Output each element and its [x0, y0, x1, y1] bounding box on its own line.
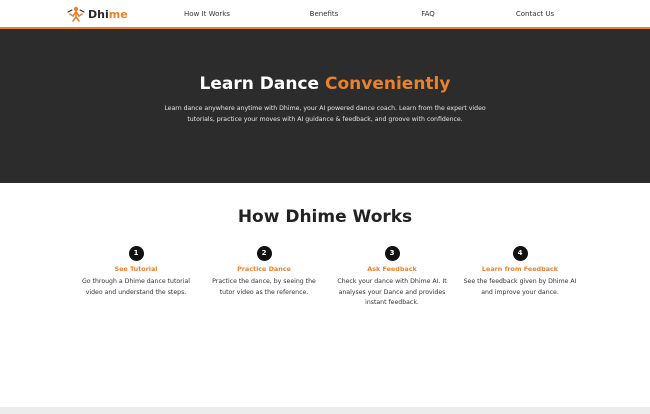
- hero-description: Learn dance anywhere anytime with Dhime,…: [164, 105, 486, 123]
- how-it-works-title: How Dhime Works: [237, 207, 413, 227]
- step-card-2: 2 Practice Dance Practice the dance, by …: [204, 246, 324, 298]
- next-section-edge: [0, 407, 650, 414]
- step-description: Check your dance with Dhime AI. It analy…: [337, 278, 447, 306]
- brand-name: Dhime: [88, 8, 128, 21]
- hero-title: Learn Dance Conveniently: [0, 74, 650, 94]
- nav-link-faq[interactable]: FAQ: [421, 10, 435, 18]
- brand-name-suffix: me: [108, 7, 128, 21]
- step-description: See the feedback given by Dhime AI and i…: [463, 278, 577, 296]
- step-card-4: 4 Learn from Feedback See the feedback g…: [460, 246, 580, 298]
- step-description: Practice the dance, by seeing the tutor …: [212, 278, 316, 296]
- nav-link-benefits[interactable]: Benefits: [310, 10, 339, 18]
- step-number-badge: 2: [256, 246, 272, 261]
- nav-link-contact-us[interactable]: Contact Us: [516, 10, 554, 18]
- step-title: Ask Feedback: [367, 265, 417, 273]
- step-title: Practice Dance: [237, 265, 291, 273]
- brand-logo[interactable]: Dhime: [66, 6, 128, 22]
- brand-name-prefix: Dhi: [88, 7, 109, 21]
- top-navbar: Dhime How It Works Benefits FAQ Contact …: [0, 0, 650, 29]
- hero-section: Learn Dance Conveniently Learn dance any…: [0, 29, 650, 183]
- step-number-badge: 3: [384, 246, 400, 261]
- step-title: Learn from Feedback: [481, 265, 559, 273]
- step-card-1: 1 See Tutorial Go through a Dhime dance …: [76, 246, 196, 298]
- hero-title-plain: Learn Dance: [199, 74, 325, 94]
- dancer-logo-icon: [67, 6, 85, 22]
- nav-link-how-it-works[interactable]: How It Works: [184, 10, 230, 18]
- step-card-3: 3 Ask Feedback Check your dance with Dhi…: [332, 246, 452, 309]
- step-number-badge: 1: [128, 246, 144, 261]
- step-description: Go through a Dhime dance tutorial video …: [82, 278, 190, 296]
- hero-title-accent: Conveniently: [324, 74, 451, 94]
- step-title: See Tutorial: [114, 265, 158, 273]
- step-number-badge: 4: [512, 246, 528, 261]
